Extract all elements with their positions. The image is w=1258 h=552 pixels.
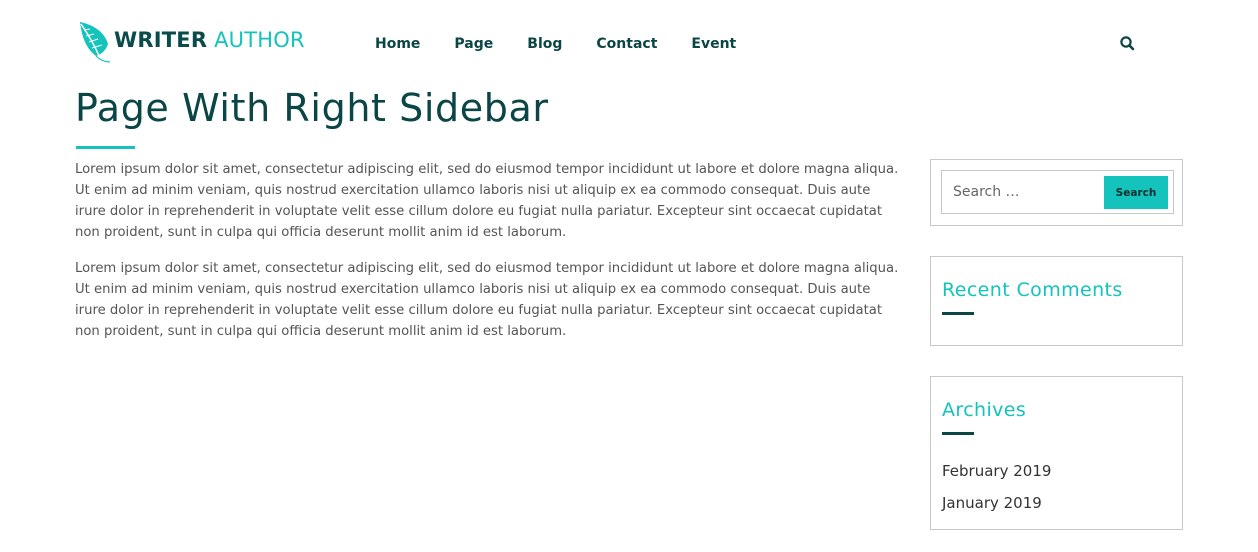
title-underline [76, 146, 135, 149]
feather-icon [80, 22, 111, 63]
archives-widget: Archives February 2019 January 2019 [930, 376, 1183, 530]
nav-item-page[interactable]: Page [454, 36, 493, 52]
recent-comments-widget: Recent Comments [930, 256, 1183, 346]
widget-title-archives: Archives [942, 399, 1027, 421]
logo-text: WRITER AUTHOR [114, 28, 305, 52]
archive-list: February 2019 January 2019 [942, 460, 1051, 524]
archive-link-january-2019[interactable]: January 2019 [942, 494, 1042, 512]
archive-link-february-2019[interactable]: February 2019 [942, 462, 1051, 480]
widget-title-underline [942, 312, 974, 315]
nav-item-event[interactable]: Event [691, 36, 736, 52]
widget-title-recent-comments: Recent Comments [942, 279, 1123, 301]
page-content: Lorem ipsum dolor sit amet, consectetur … [75, 159, 905, 357]
site-logo[interactable]: WRITER AUTHOR [76, 20, 305, 64]
logo-word-writer: WRITER [114, 28, 208, 52]
search-input[interactable] [943, 172, 1103, 212]
archive-item: January 2019 [942, 492, 1051, 524]
content-paragraph: Lorem ipsum dolor sit amet, consectetur … [75, 261, 899, 339]
widget-title-underline [942, 432, 974, 435]
main-nav: Home Page Blog Contact Event [375, 36, 770, 52]
nav-item-contact[interactable]: Contact [596, 36, 657, 52]
nav-item-home[interactable]: Home [375, 36, 420, 52]
content-paragraph: Lorem ipsum dolor sit amet, consectetur … [75, 162, 899, 240]
nav-item-blog[interactable]: Blog [527, 36, 562, 52]
page-title: Page With Right Sidebar [75, 86, 549, 130]
page: WRITER AUTHOR Home Page Blog Contact Eve… [0, 0, 1258, 552]
logo-word-author: AUTHOR [214, 28, 305, 52]
search-form: Search [941, 170, 1174, 214]
archive-item: February 2019 [942, 460, 1051, 492]
search-icon[interactable] [1119, 35, 1137, 53]
search-widget: Search [930, 159, 1183, 226]
search-button[interactable]: Search [1104, 176, 1168, 209]
